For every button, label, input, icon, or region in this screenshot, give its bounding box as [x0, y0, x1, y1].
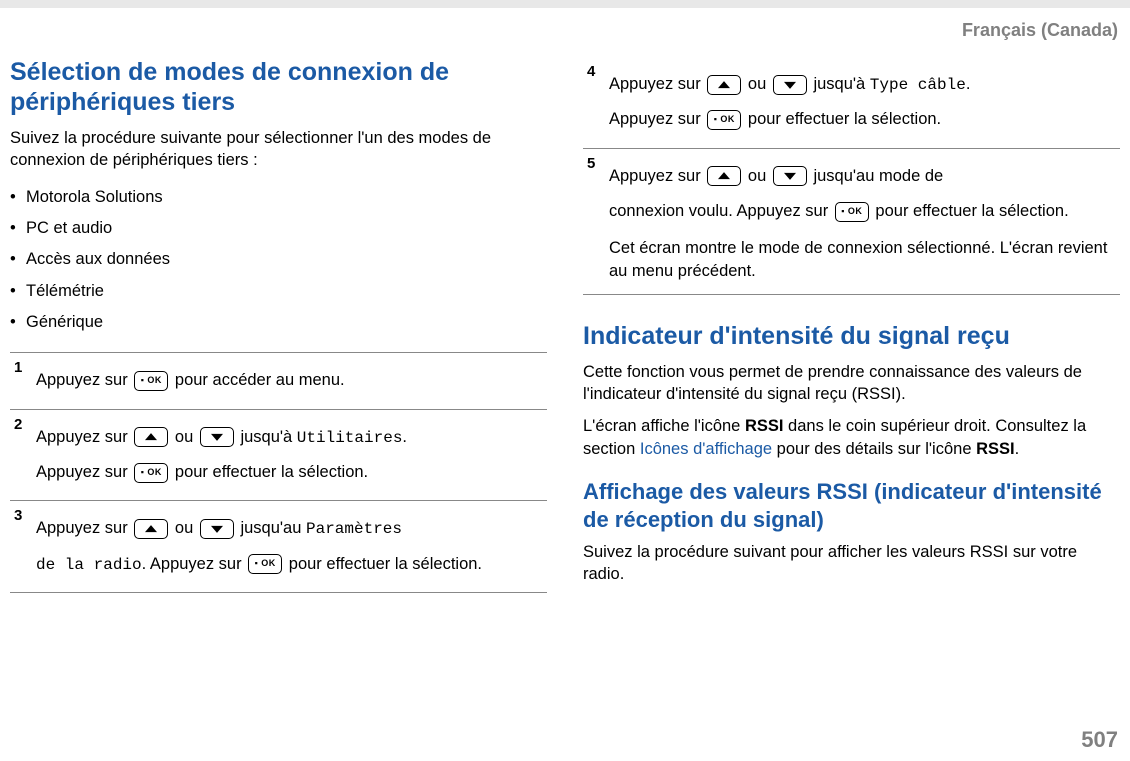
step-text: connexion voulu. Appuyez sur pour effect… [609, 196, 1120, 227]
step-text: Appuyez sur pour effectuer la sélection. [36, 457, 547, 488]
link-text[interactable]: Icônes d'affichage [640, 440, 772, 458]
text: jusqu'à [240, 428, 296, 446]
step-2: 2 Appuyez sur ou jusqu'à Utilitaires. Ap… [10, 409, 547, 501]
text: jusqu'au [240, 519, 306, 537]
text: Appuyez sur [36, 428, 132, 446]
step-text: Appuyez sur ou jusqu'à Utilitaires. [36, 422, 547, 453]
step-text: Appuyez sur ou jusqu'à Type câble. [609, 69, 1120, 100]
list-item: PC et audio [10, 213, 547, 244]
rssi-p2: L'écran affiche l'icône RSSI dans le coi… [583, 415, 1120, 460]
step-3: 3 Appuyez sur ou jusqu'au Paramètres de … [10, 500, 547, 593]
page-number: 507 [1081, 727, 1118, 753]
text: Appuyez sur [609, 110, 705, 128]
text: Appuyez sur [36, 519, 132, 537]
ok-button-icon [134, 371, 168, 391]
text: Appuyez sur [609, 75, 705, 93]
step-number: 4 [587, 63, 595, 80]
rssi2-title: Affichage des valeurs RSSI (indicateur d… [583, 478, 1120, 533]
rssi2-p1: Suivez la procédure suivant pour affiche… [583, 541, 1120, 586]
step-text: Appuyez sur pour accéder au menu. [36, 365, 547, 396]
menu-label: Utilitaires [297, 429, 403, 447]
ok-button-icon [134, 463, 168, 483]
ok-button-icon [707, 110, 741, 130]
text: pour effectuer la sélection. [175, 463, 368, 481]
step-5: 5 Appuyez sur ou jusqu'au mode de connex… [583, 148, 1120, 295]
left-column: Sélection de modes de connexion de périp… [10, 57, 547, 596]
step-text: Appuyez sur ou jusqu'au Paramètres [36, 513, 547, 544]
text: . [966, 75, 971, 93]
text: ou [175, 428, 198, 446]
right-column: 4 Appuyez sur ou jusqu'à Type câble. App… [583, 57, 1120, 596]
text: . [402, 428, 407, 446]
bullet-list: Motorola Solutions PC et audio Accès aux… [10, 182, 547, 339]
text: pour effectuer la sélection. [875, 202, 1068, 220]
text: pour des détails sur l'icône [772, 440, 976, 458]
bold-text: RSSI [976, 440, 1015, 458]
up-button-icon [707, 166, 741, 186]
text: jusqu'au mode de [813, 167, 943, 185]
up-button-icon [134, 427, 168, 447]
text: ou [748, 75, 771, 93]
step-note: Cet écran montre le mode de connexion sé… [609, 237, 1120, 282]
step-number: 2 [14, 416, 22, 433]
up-button-icon [707, 75, 741, 95]
text: pour effectuer la sélection. [748, 110, 941, 128]
list-item: Télémétrie [10, 276, 547, 307]
list-item: Générique [10, 307, 547, 338]
down-button-icon [773, 75, 807, 95]
text: connexion voulu. Appuyez sur [609, 202, 833, 220]
text: pour effectuer la sélection. [289, 555, 482, 573]
step-1: 1 Appuyez sur pour accéder au menu. [10, 352, 547, 408]
text: jusqu'à [813, 75, 869, 93]
text: Appuyez sur [36, 463, 132, 481]
down-button-icon [200, 519, 234, 539]
ok-button-icon [248, 554, 282, 574]
text: ou [175, 519, 198, 537]
step-number: 3 [14, 507, 22, 524]
step-text: Appuyez sur pour effectuer la sélection. [609, 104, 1120, 135]
step-text: Appuyez sur ou jusqu'au mode de [609, 161, 1120, 192]
down-button-icon [773, 166, 807, 186]
intro-text: Suivez la procédure suivante pour sélect… [10, 127, 547, 172]
text: . [1015, 440, 1020, 458]
text: . Appuyez sur [142, 555, 247, 573]
list-item: Motorola Solutions [10, 182, 547, 213]
step-text: de la radio. Appuyez sur pour effectuer … [36, 549, 547, 580]
page: Français (Canada) Sélection de modes de … [0, 8, 1130, 761]
menu-label: Paramètres [306, 520, 402, 538]
up-button-icon [134, 519, 168, 539]
section-title: Sélection de modes de connexion de périp… [10, 57, 547, 117]
rssi-title: Indicateur d'intensité du signal reçu [583, 321, 1120, 351]
menu-label: de la radio [36, 556, 142, 574]
language-header: Français (Canada) [10, 20, 1120, 41]
list-item: Accès aux données [10, 244, 547, 275]
down-button-icon [200, 427, 234, 447]
ok-button-icon [835, 202, 869, 222]
text: L'écran affiche l'icône [583, 417, 745, 435]
columns: Sélection de modes de connexion de périp… [10, 57, 1120, 596]
step-4: 4 Appuyez sur ou jusqu'à Type câble. App… [583, 57, 1120, 148]
text: Appuyez sur [609, 167, 705, 185]
rssi-p1: Cette fonction vous permet de prendre co… [583, 361, 1120, 406]
menu-label: Type câble [870, 76, 966, 94]
text: Appuyez sur [36, 371, 132, 389]
bold-text: RSSI [745, 417, 784, 435]
step-number: 1 [14, 359, 22, 376]
text: ou [748, 167, 771, 185]
step-number: 5 [587, 155, 595, 172]
text: pour accéder au menu. [175, 371, 345, 389]
